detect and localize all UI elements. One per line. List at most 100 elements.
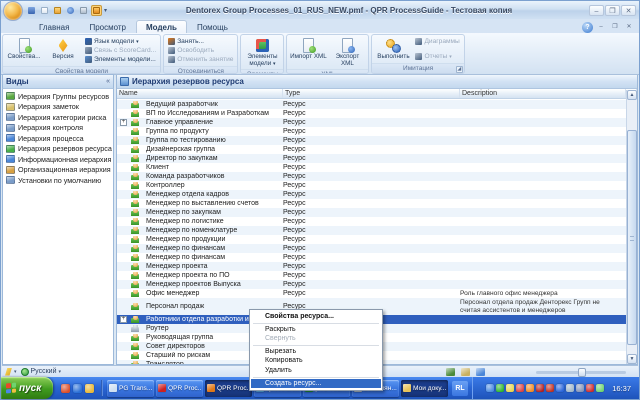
sidebar-item-7[interactable]: Организационная иерархия bbox=[4, 165, 112, 176]
context-menu-item-5[interactable]: Вырезать bbox=[251, 347, 381, 357]
table-row[interactable]: Дизайнерская группа Ресурс bbox=[117, 145, 626, 154]
table-row[interactable]: Клиент Ресурс bbox=[117, 163, 626, 172]
table-row[interactable]: Менеджер по финансам Ресурс bbox=[117, 244, 626, 253]
model-elements-list-button[interactable]: Элементы модели... bbox=[83, 55, 158, 64]
table-row[interactable]: Менеджер по номенклатуре Ресурс bbox=[117, 226, 626, 235]
language-label[interactable]: Русский bbox=[31, 368, 57, 375]
table-row[interactable]: Менеджер проекта Ресурс bbox=[117, 262, 626, 271]
doc-minimize-button[interactable]: – bbox=[595, 23, 607, 32]
tray-green-icon[interactable] bbox=[496, 384, 505, 392]
table-row[interactable]: Менеджер по закупкам Ресурс bbox=[117, 208, 626, 217]
sidebar-item-1[interactable]: Иерархия заметок bbox=[4, 102, 112, 113]
import-xml-button[interactable]: Импорт XML bbox=[289, 36, 327, 68]
column-header-description[interactable]: Description bbox=[460, 89, 626, 98]
tray-volume-icon[interactable] bbox=[596, 384, 605, 392]
start-button[interactable]: пуск bbox=[1, 377, 53, 399]
expand-icon[interactable]: + bbox=[120, 315, 127, 323]
context-menu-item-6[interactable]: Копировать bbox=[251, 356, 381, 366]
mail-icon[interactable] bbox=[91, 4, 102, 16]
tray-yellow-icon[interactable] bbox=[506, 384, 515, 392]
table-row[interactable]: Группа по продукту Ресурс bbox=[117, 127, 626, 136]
tab-модель[interactable]: Модель bbox=[136, 20, 187, 33]
vertical-scrollbar[interactable]: ▲ ▼ bbox=[626, 90, 637, 364]
context-menu-item-9[interactable]: Создать ресурс... bbox=[251, 378, 381, 389]
tray-av-icon[interactable] bbox=[586, 384, 595, 392]
scrollbar-thumb[interactable] bbox=[627, 130, 637, 345]
expand-icon[interactable]: + bbox=[120, 118, 127, 126]
sidebar-item-0[interactable]: Иерархия Группы ресурсов bbox=[4, 91, 112, 102]
sidebar-item-3[interactable]: Иерархия контроля bbox=[4, 123, 112, 134]
launch-app1-icon[interactable] bbox=[61, 383, 70, 393]
pencil-dropdown-icon[interactable]: ▾ bbox=[14, 369, 17, 375]
tray-shield-icon[interactable] bbox=[536, 384, 545, 392]
help-icon[interactable]: ? bbox=[582, 22, 593, 33]
table-row[interactable]: Директор по закупкам Ресурс bbox=[117, 154, 626, 163]
taskbar-language-indicator[interactable]: RL bbox=[452, 380, 468, 396]
column-header-name[interactable]: Name bbox=[117, 89, 283, 98]
table-row[interactable]: Менеджер проектов Выпуска Ресурс bbox=[117, 280, 626, 289]
taskbar-task-2[interactable]: QPR Proc... bbox=[205, 379, 252, 397]
context-menu-item-2[interactable]: Раскрыть bbox=[251, 325, 381, 335]
tray-red-icon[interactable] bbox=[516, 384, 525, 392]
undo-icon[interactable] bbox=[65, 5, 76, 16]
sidebar-item-4[interactable]: Иерархия процесса bbox=[4, 133, 112, 144]
zoom-slider[interactable] bbox=[536, 368, 626, 377]
table-row[interactable]: Менеджер по продукции Ресурс bbox=[117, 235, 626, 244]
scroll-up-icon[interactable]: ▲ bbox=[627, 90, 637, 100]
taskbar-task-1[interactable]: QPR Proc... bbox=[156, 379, 203, 397]
tab-помощь[interactable]: Помощь bbox=[187, 20, 238, 33]
context-menu-item-7[interactable]: Удалить bbox=[251, 366, 381, 376]
launch-app3-icon[interactable] bbox=[85, 383, 94, 393]
table-row[interactable]: ВП по Исследованиям и Разработкам Ресурс bbox=[117, 109, 626, 118]
table-row[interactable]: Группа по тестированию Ресурс bbox=[117, 136, 626, 145]
column-header-type[interactable]: Type bbox=[283, 89, 460, 98]
table-row[interactable]: Менеджер по выставлению счетов Ресурс bbox=[117, 199, 626, 208]
tray-display-icon[interactable] bbox=[576, 384, 585, 392]
clock[interactable]: 16:37 bbox=[612, 384, 631, 393]
table-row[interactable]: Менеджер по логистике Ресурс bbox=[117, 217, 626, 226]
taskbar-task-6[interactable]: Мои доку... bbox=[401, 379, 448, 397]
qat-more-icon[interactable]: ▾ bbox=[102, 7, 109, 14]
minimize-button[interactable]: – bbox=[589, 4, 604, 16]
checkout-button[interactable]: Занять... bbox=[166, 37, 235, 46]
table-row[interactable]: Менеджер отдела кадров Ресурс bbox=[117, 190, 626, 199]
print-icon[interactable] bbox=[78, 5, 89, 16]
table-row[interactable]: + Главное управление Ресурс bbox=[117, 118, 626, 127]
model-elements-button[interactable]: Элементы модели ▾ bbox=[243, 36, 281, 68]
context-menu-item-0[interactable]: Свойства ресурса... bbox=[251, 312, 381, 322]
launch-app2-icon[interactable] bbox=[73, 383, 82, 393]
collapse-pane-icon[interactable]: « bbox=[106, 78, 110, 85]
dialog-launcher-icon[interactable]: ◢ bbox=[455, 66, 463, 73]
model-properties-button[interactable]: Свойства... bbox=[5, 36, 43, 65]
tray-gray-icon[interactable] bbox=[566, 384, 575, 392]
table-row[interactable]: Менеджер проекта по ПО Ресурс bbox=[117, 271, 626, 280]
version-button[interactable]: Версия bbox=[44, 36, 82, 65]
sidebar-item-5[interactable]: Иерархия резервов ресурса bbox=[4, 144, 112, 155]
office-orb-button[interactable] bbox=[3, 1, 23, 21]
tab-главная[interactable]: Главная bbox=[29, 20, 79, 33]
save-icon[interactable] bbox=[26, 5, 37, 16]
tab-просмотр[interactable]: Просмотр bbox=[79, 20, 136, 33]
pencil-icon[interactable] bbox=[5, 367, 12, 376]
sidebar-item-2[interactable]: Иерархия категории риска bbox=[4, 112, 112, 123]
zoom-slider-thumb[interactable] bbox=[578, 368, 586, 377]
open-icon[interactable] bbox=[52, 5, 63, 16]
model-language-button[interactable]: Язык модели ▾ bbox=[83, 37, 158, 46]
close-button[interactable]: ✕ bbox=[621, 4, 636, 16]
table-row[interactable]: Команда разработчиков Ресурс bbox=[117, 172, 626, 181]
new-document-icon[interactable] bbox=[39, 5, 50, 16]
export-xml-button[interactable]: Экспорт XML bbox=[328, 36, 366, 68]
sidebar-item-8[interactable]: Установки по умолчанию bbox=[4, 175, 112, 186]
doc-close-button[interactable]: ✕ bbox=[623, 23, 635, 32]
run-simulation-button[interactable]: Выполнить bbox=[374, 36, 412, 62]
doc-restore-button[interactable]: ❐ bbox=[609, 23, 621, 32]
taskbar-task-0[interactable]: PG Trans... bbox=[107, 379, 154, 397]
tray-blue-icon[interactable] bbox=[556, 384, 565, 392]
tray-orange-icon[interactable] bbox=[526, 384, 535, 392]
maximize-button[interactable]: ❐ bbox=[605, 4, 620, 16]
scroll-down-icon[interactable]: ▼ bbox=[627, 354, 637, 364]
table-row[interactable]: Контроллер Ресурс bbox=[117, 181, 626, 190]
table-row[interactable]: Менеджер по финансам Ресурс bbox=[117, 253, 626, 262]
tray-network-icon[interactable] bbox=[486, 384, 495, 392]
language-dropdown-icon[interactable]: ▾ bbox=[59, 369, 62, 375]
